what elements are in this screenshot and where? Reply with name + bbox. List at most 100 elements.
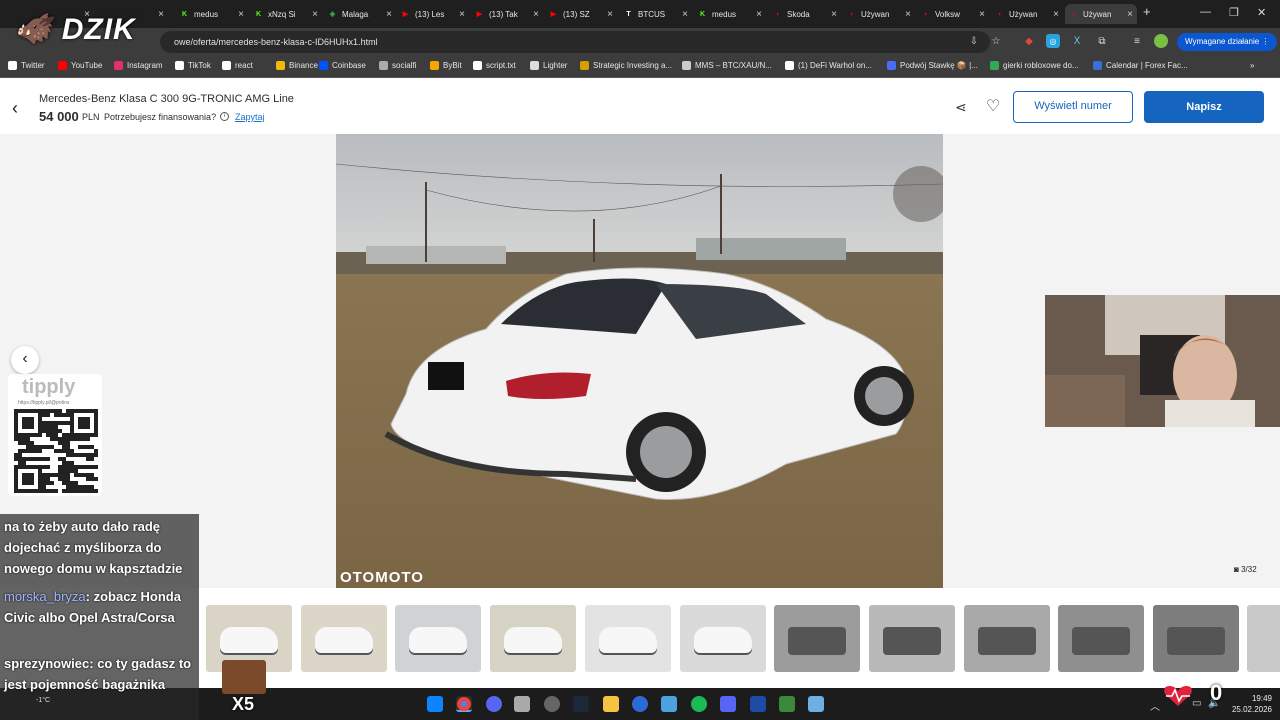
url-text: owe/oferta/mercedes-benz-klasa-c-ID6HUHx… [174,37,378,47]
photo-thumbnail[interactable] [868,605,955,672]
financing-question: Potrzebujesz finansowania? [104,112,217,122]
close-tab-icon[interactable]: × [459,9,465,20]
browser-tab[interactable]: T BTCUS × [620,4,692,24]
app-c-icon[interactable] [632,696,648,712]
browser-tab[interactable]: ▶ (13) SZ × [545,4,617,24]
close-tab-icon[interactable]: × [312,9,318,20]
extension-blue-icon[interactable]: ◎ [1046,34,1060,48]
close-tab-icon[interactable]: × [158,9,164,20]
bookmark-item[interactable]: Calendar | Forex Fac... [1093,61,1188,70]
extension-fox-icon[interactable]: ◆ [1022,34,1036,48]
bookmark-star-icon[interactable]: ☆ [989,34,1003,48]
browser-tab[interactable]: ▶ (13) Tak × [471,4,543,24]
close-tab-icon[interactable]: × [533,9,539,20]
bookmark-item[interactable]: Instagram [114,61,163,70]
discord-alt-icon[interactable] [720,696,736,712]
close-tab-icon[interactable]: × [756,9,762,20]
app-icon[interactable] [514,696,530,712]
close-tab-icon[interactable]: × [831,9,837,20]
photo-thumbnail[interactable] [395,605,482,672]
required-action-button[interactable]: Wymagane działanie ⋮ [1177,33,1278,51]
photo-thumbnail[interactable] [584,605,671,672]
bookmark-item[interactable]: react [222,61,253,70]
spotify-icon[interactable] [691,696,707,712]
tray-chevron-icon[interactable]: ︿ [1150,698,1160,713]
tab-label: (13) Tak [489,9,518,19]
browser-tab[interactable]: ▶ (13) Les × [397,4,469,24]
photo-thumbnail[interactable] [1058,605,1145,672]
photo-thumbnail[interactable] [774,605,861,672]
photo-thumbnail-partial[interactable] [1247,605,1280,672]
write-message-button[interactable]: Napisz [1144,91,1264,123]
maximize-button[interactable]: ❐ [1229,6,1239,19]
browser-tab[interactable]: Kmedus × [694,4,766,24]
photo-thumbnail[interactable] [490,605,577,672]
install-app-icon[interactable]: ⇩ [967,34,981,48]
favorite-heart-icon[interactable]: ♡ [986,96,1000,116]
start-menu-icon[interactable] [427,696,443,712]
browser-tab[interactable]: ◖ Używan × [991,4,1063,24]
previous-photo-button[interactable]: ‹ [11,346,39,374]
bookmark-item[interactable]: ByBit [430,61,462,70]
close-window-button[interactable]: ✕ [1257,6,1266,19]
bookmark-item[interactable]: Strategic Investing a... [580,61,672,70]
close-tab-icon[interactable]: × [386,9,392,20]
browser-tab[interactable]: ◈ Malaga × [324,4,396,24]
bookmark-item[interactable]: TikTok [175,61,211,70]
obs-icon[interactable] [544,696,560,712]
main-car-photo[interactable]: OTOMOTO [336,134,943,588]
reading-list-icon[interactable]: ≡ [1130,34,1144,48]
bookmark-item[interactable]: Coinbase [319,61,366,70]
info-icon[interactable]: i [220,112,229,121]
bookmark-item[interactable]: Lighter [530,61,567,70]
extensions-puzzle-icon[interactable]: ⧉ [1095,34,1109,48]
more-bookmarks-icon[interactable]: » [1250,61,1254,70]
show-number-button[interactable]: Wyświetl numer [1013,91,1133,123]
file-explorer-icon[interactable] [603,696,619,712]
bookmark-item[interactable]: gierki robloxowe do... [990,61,1079,70]
profile-avatar-icon[interactable] [1154,34,1168,48]
bookmark-item[interactable]: YouTube [58,61,102,70]
close-tab-icon[interactable]: × [1127,9,1133,20]
bookmark-item[interactable]: Podwój Stawkę 📦 |... [887,61,978,70]
new-tab-button[interactable]: + [1143,4,1151,19]
extension-translate-icon[interactable]: Ⅹ [1070,34,1084,48]
photo-thumbnail[interactable] [963,605,1050,672]
browser-tab[interactable]: ◖ Skoda × [769,4,841,24]
bookmark-item[interactable]: Twitter [8,61,45,70]
back-arrow-icon[interactable]: ‹ [12,98,18,119]
bookmark-item[interactable]: MMS – BTC/XAU/N... [682,61,772,70]
close-tab-icon[interactable]: × [238,9,244,20]
system-clock[interactable]: 19:49 25.02.2026 [1232,693,1272,715]
bookmark-item[interactable]: (1) DeFi Warhol on... [785,61,872,70]
browser-tab[interactable]: ◖ Używan × [1065,4,1137,24]
steam-icon[interactable] [573,696,589,712]
browser-tab[interactable]: ◖ Używan × [843,4,915,24]
close-tab-icon[interactable]: × [979,9,985,20]
bookmark-item[interactable]: socialfi [379,61,416,70]
close-tab-icon[interactable]: × [905,9,911,20]
app-blue-icon[interactable] [661,696,677,712]
bookmark-item[interactable]: Binance [276,61,318,70]
close-tab-icon[interactable]: × [1053,9,1059,20]
address-bar[interactable]: owe/oferta/mercedes-benz-klasa-c-ID6HUHx… [160,31,990,53]
ask-financing-link[interactable]: Zapytaj [235,112,265,122]
photo-thumbnail[interactable] [300,605,387,672]
notepad-icon[interactable] [808,696,824,712]
minimize-button[interactable]: — [1200,6,1211,18]
browser-tab[interactable]: Kmedus × [176,4,248,24]
bookmark-label: YouTube [71,61,103,70]
photo-thumbnail[interactable] [679,605,766,672]
bookmark-item[interactable]: script.txt [473,61,516,70]
share-icon[interactable]: ⋖ [955,99,967,116]
close-tab-icon[interactable]: × [682,9,688,20]
discord-icon[interactable] [486,696,502,712]
browser-tab[interactable]: KxNzq Si × [250,4,322,24]
app-x-icon[interactable] [750,696,766,712]
camera-icon: ◙ [1234,565,1239,574]
browser-tab[interactable]: ◖ Volksw × [917,4,989,24]
close-tab-icon[interactable]: × [607,9,613,20]
chrome-taskbar-icon[interactable] [456,696,472,712]
photo-thumbnail[interactable] [1153,605,1239,672]
app-green-icon[interactable] [779,696,795,712]
